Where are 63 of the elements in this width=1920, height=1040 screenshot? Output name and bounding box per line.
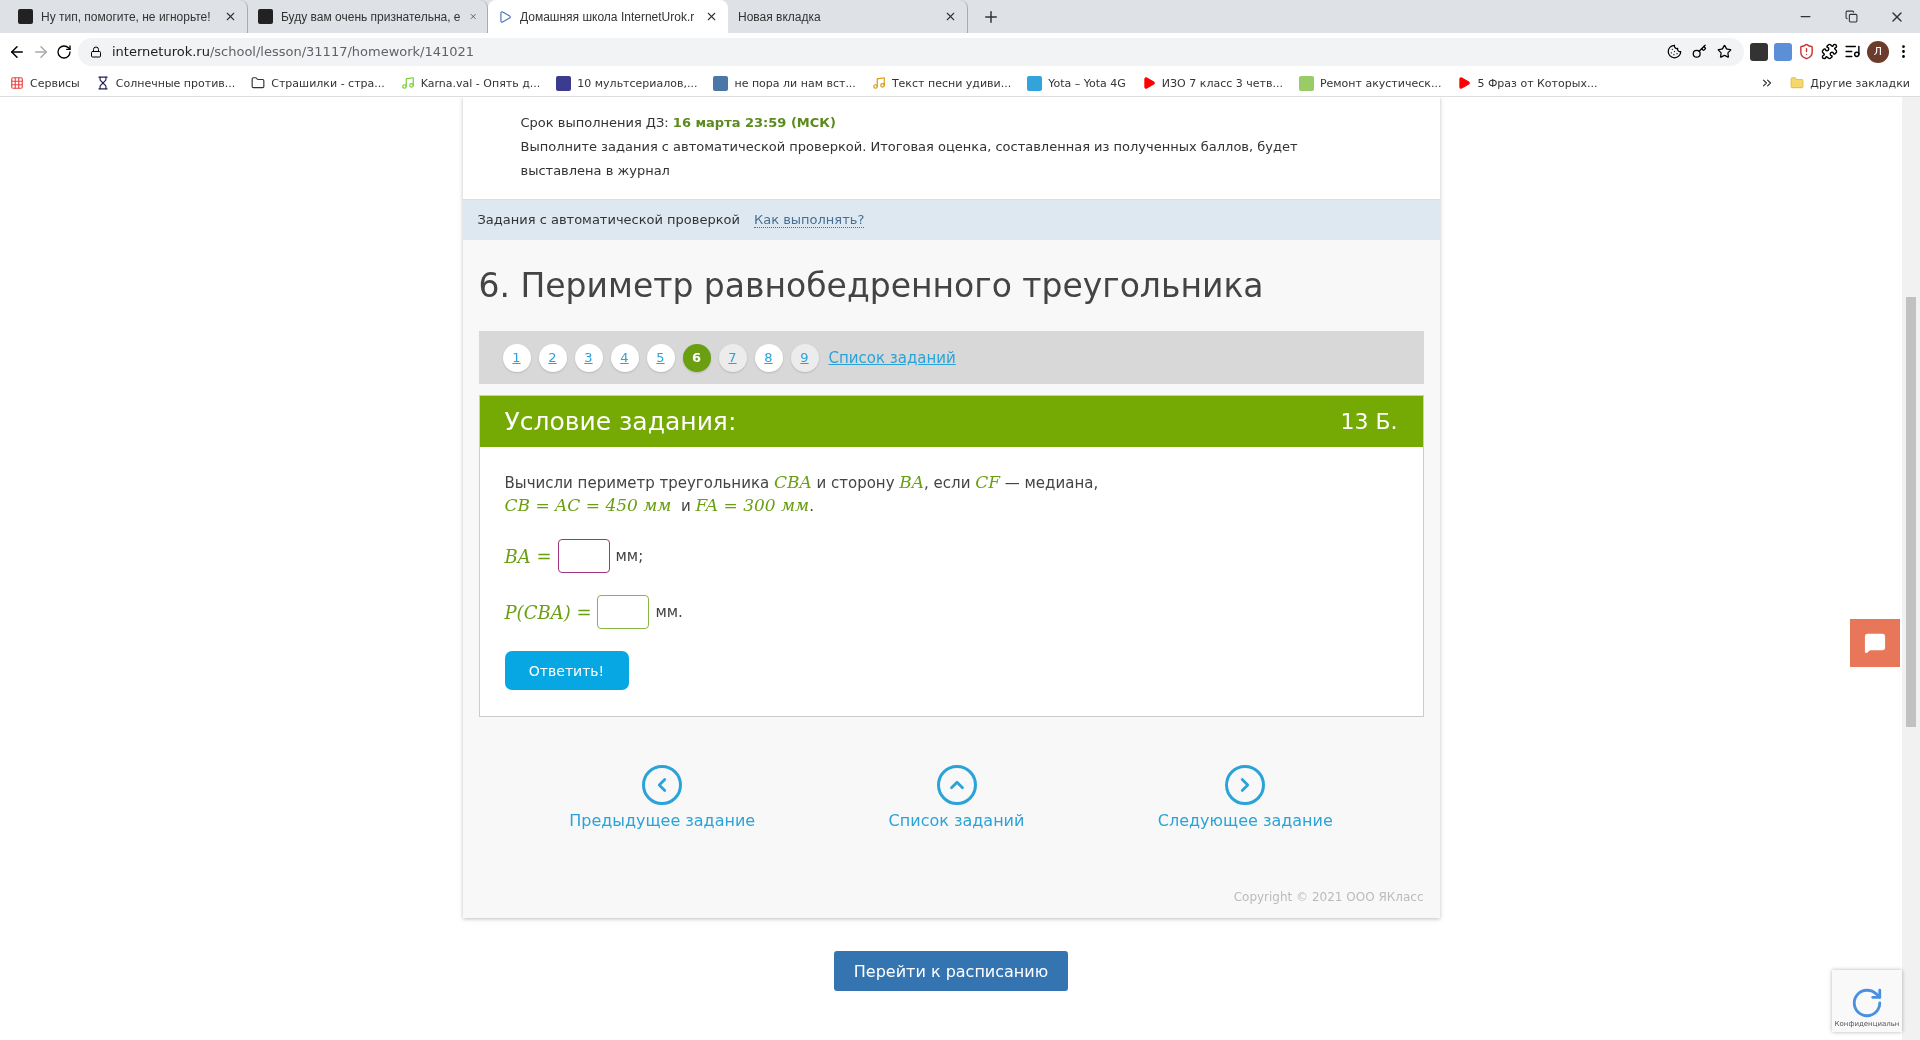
unit-text: мм. <box>655 603 683 621</box>
shield-icon[interactable] <box>1798 43 1815 60</box>
hourglass-icon <box>95 76 110 90</box>
bookmark[interactable]: 5 Фраз от Которых... <box>1457 76 1598 90</box>
bookmark[interactable]: Karna.val - Опять д... <box>400 76 541 90</box>
task-points: 13 Б. <box>1340 409 1398 434</box>
bookmark[interactable]: Yota – Yota 4G <box>1027 75 1126 91</box>
help-link[interactable]: Как выполнять? <box>754 212 865 228</box>
recaptcha-icon <box>1850 986 1884 1020</box>
music-note-icon <box>871 76 886 90</box>
bookmark[interactable]: 10 мультсериалов,... <box>556 75 698 91</box>
bookmark[interactable]: не пора ли нам вст... <box>713 75 856 91</box>
answer-label: BA = <box>504 545 552 567</box>
media-list-icon[interactable] <box>1844 43 1861 60</box>
close-icon[interactable] <box>224 10 237 23</box>
bookmark[interactable]: Сервисы <box>10 76 80 90</box>
instruction-text: Выполните задания с автоматической проверкой. Итоговая оценка, составленная из полученных баллов, будет выставлена в журнал <box>520 138 1299 180</box>
cookie-icon[interactable] <box>1667 44 1682 59</box>
answer-label: P(CBA) = <box>504 601 592 623</box>
bookmark-folder[interactable]: Другие закладки <box>1790 76 1910 90</box>
close-icon[interactable] <box>705 10 718 23</box>
section-label: Задания с автоматической проверкой <box>477 212 740 228</box>
extension-icon[interactable] <box>1750 42 1768 61</box>
answer-field[interactable] <box>597 595 650 629</box>
apps-grid-icon <box>10 76 24 90</box>
bookmark[interactable]: Страшилки - стра... <box>251 76 385 90</box>
browser-tab[interactable]: Домашняя школа InternetUrok.r <box>488 0 728 33</box>
tab-favicon-icon <box>258 9 273 24</box>
play-icon <box>498 9 512 24</box>
bookmark[interactable]: Текст песни удиви... <box>871 76 1012 90</box>
bookmark-favicon-icon <box>1027 75 1043 91</box>
video-play-icon <box>1457 76 1472 90</box>
bookmark[interactable]: Солнечные против... <box>95 76 236 90</box>
chat-button[interactable] <box>1850 619 1900 667</box>
bookmark-favicon-icon <box>251 76 266 90</box>
chat-icon <box>1864 632 1886 654</box>
reload-icon[interactable] <box>56 43 72 60</box>
schedule-button[interactable]: Перейти к расписанию <box>833 951 1069 991</box>
problem-statement: Вычисли периметр треугольника CBA и сторону BA, если CF — медиана, CB = AC = 450 мм и FA = 300 мм. <box>504 471 1100 517</box>
bookmark-favicon-icon <box>713 75 729 91</box>
copyright-text: Copyright © 2021 ООО ЯКласс <box>1232 889 1425 906</box>
address-field[interactable]: interneturok.ru/school/lesson/31117/homework/141021 <box>78 37 1744 66</box>
star-icon[interactable] <box>1717 44 1732 59</box>
restore-icon[interactable] <box>1844 10 1858 23</box>
music-icon <box>400 76 415 90</box>
deadline-text: Срок выполнения ДЗ: 16 марта 23:59 (МСК) <box>520 114 837 132</box>
close-icon[interactable] <box>944 10 957 23</box>
extensions-icon[interactable] <box>1821 43 1838 60</box>
bookmark-favicon-icon <box>556 75 572 91</box>
profile-avatar[interactable]: Л <box>1867 40 1889 63</box>
answer-field[interactable] <box>557 539 610 573</box>
key-icon[interactable] <box>1692 44 1707 59</box>
bookmark[interactable]: Ремонт акустическ... <box>1298 75 1442 91</box>
unit-text: мм; <box>615 547 644 565</box>
task-header-title: Условие задания: <box>504 407 737 436</box>
bookmark-favicon-icon <box>1298 75 1314 91</box>
tab-favicon-icon <box>18 9 33 24</box>
scrollbar[interactable] <box>1902 97 1920 1040</box>
video-play-icon <box>1141 76 1156 90</box>
bookmark[interactable]: ИЗО 7 класс 3 четв... <box>1141 76 1283 90</box>
folder-icon <box>1790 76 1805 90</box>
lock-icon <box>90 45 102 58</box>
task-title: 6. Периметр равнобедренного треугольника <box>478 266 1265 305</box>
